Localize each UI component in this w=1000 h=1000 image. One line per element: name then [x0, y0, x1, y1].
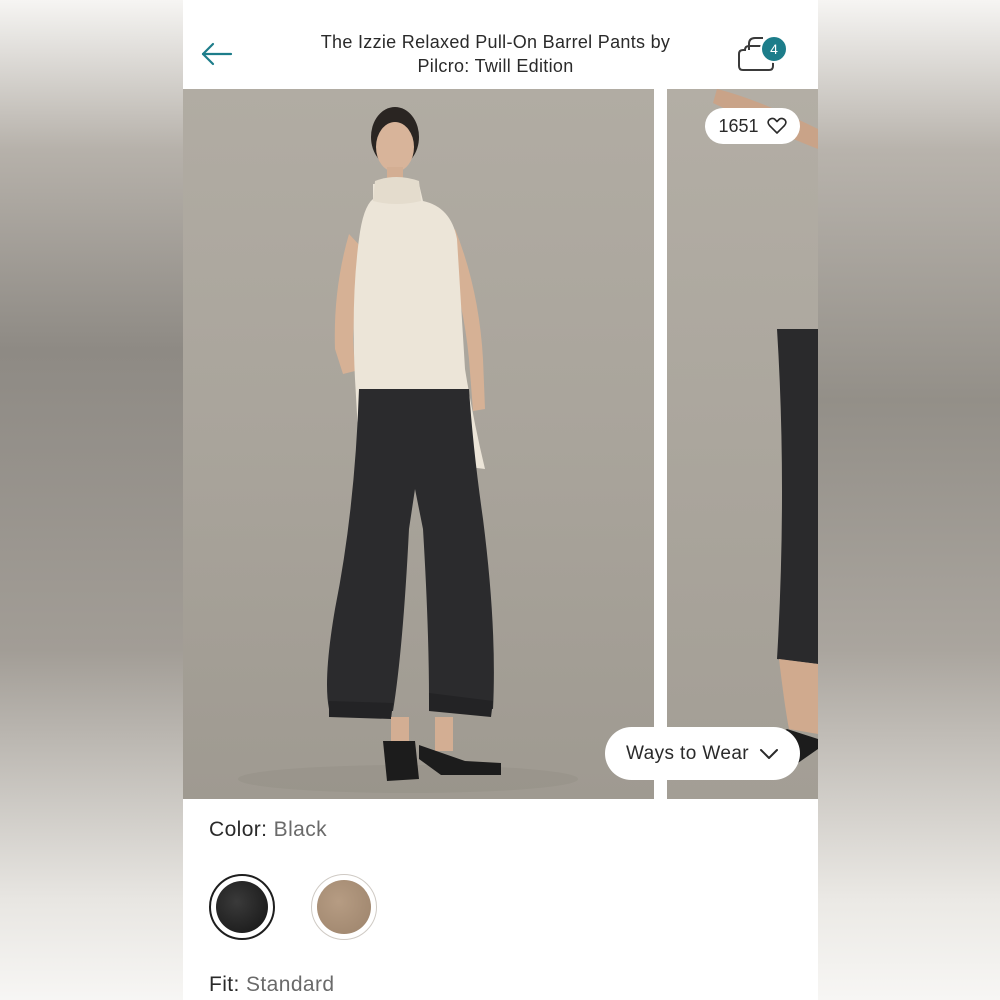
favorite-button[interactable]: 1651 — [705, 108, 800, 144]
chevron-down-icon — [760, 748, 779, 759]
color-label: Color: — [209, 818, 268, 841]
header: The Izzie Relaxed Pull-On Barrel Pants b… — [183, 0, 818, 89]
bag-count-badge: 4 — [760, 35, 788, 63]
product-photo-next[interactable] — [667, 89, 818, 799]
model-figure-image — [238, 107, 578, 793]
fit-selector-label: Fit: Standard — [209, 973, 334, 997]
like-count: 1651 — [718, 115, 759, 136]
swatch-black-fill — [216, 881, 268, 933]
arrow-left-icon — [201, 42, 233, 66]
ways-to-wear-label: Ways to Wear — [625, 742, 750, 764]
back-button[interactable] — [199, 36, 235, 72]
fit-value: Standard — [246, 973, 335, 996]
swatch-tan-fill — [317, 880, 371, 934]
product-photo-main[interactable] — [183, 89, 654, 799]
heart-icon — [766, 117, 787, 134]
app-screen: The Izzie Relaxed Pull-On Barrel Pants b… — [183, 0, 818, 1000]
color-swatch-tan[interactable] — [311, 874, 377, 940]
product-image-gallery[interactable]: 1651 Ways to Wear — [183, 89, 818, 799]
page-title: The Izzie Relaxed Pull-On Barrel Pants b… — [320, 32, 671, 76]
fit-label: Fit: — [209, 973, 240, 996]
color-selector-label: Color: Black — [209, 818, 327, 842]
ways-to-wear-button[interactable]: Ways to Wear — [605, 727, 800, 780]
background-right — [818, 0, 1000, 1000]
color-swatch-black[interactable] — [209, 874, 275, 940]
background-left — [0, 0, 183, 1000]
color-value: Black — [273, 818, 328, 841]
model-figure-partial-image — [707, 89, 818, 779]
